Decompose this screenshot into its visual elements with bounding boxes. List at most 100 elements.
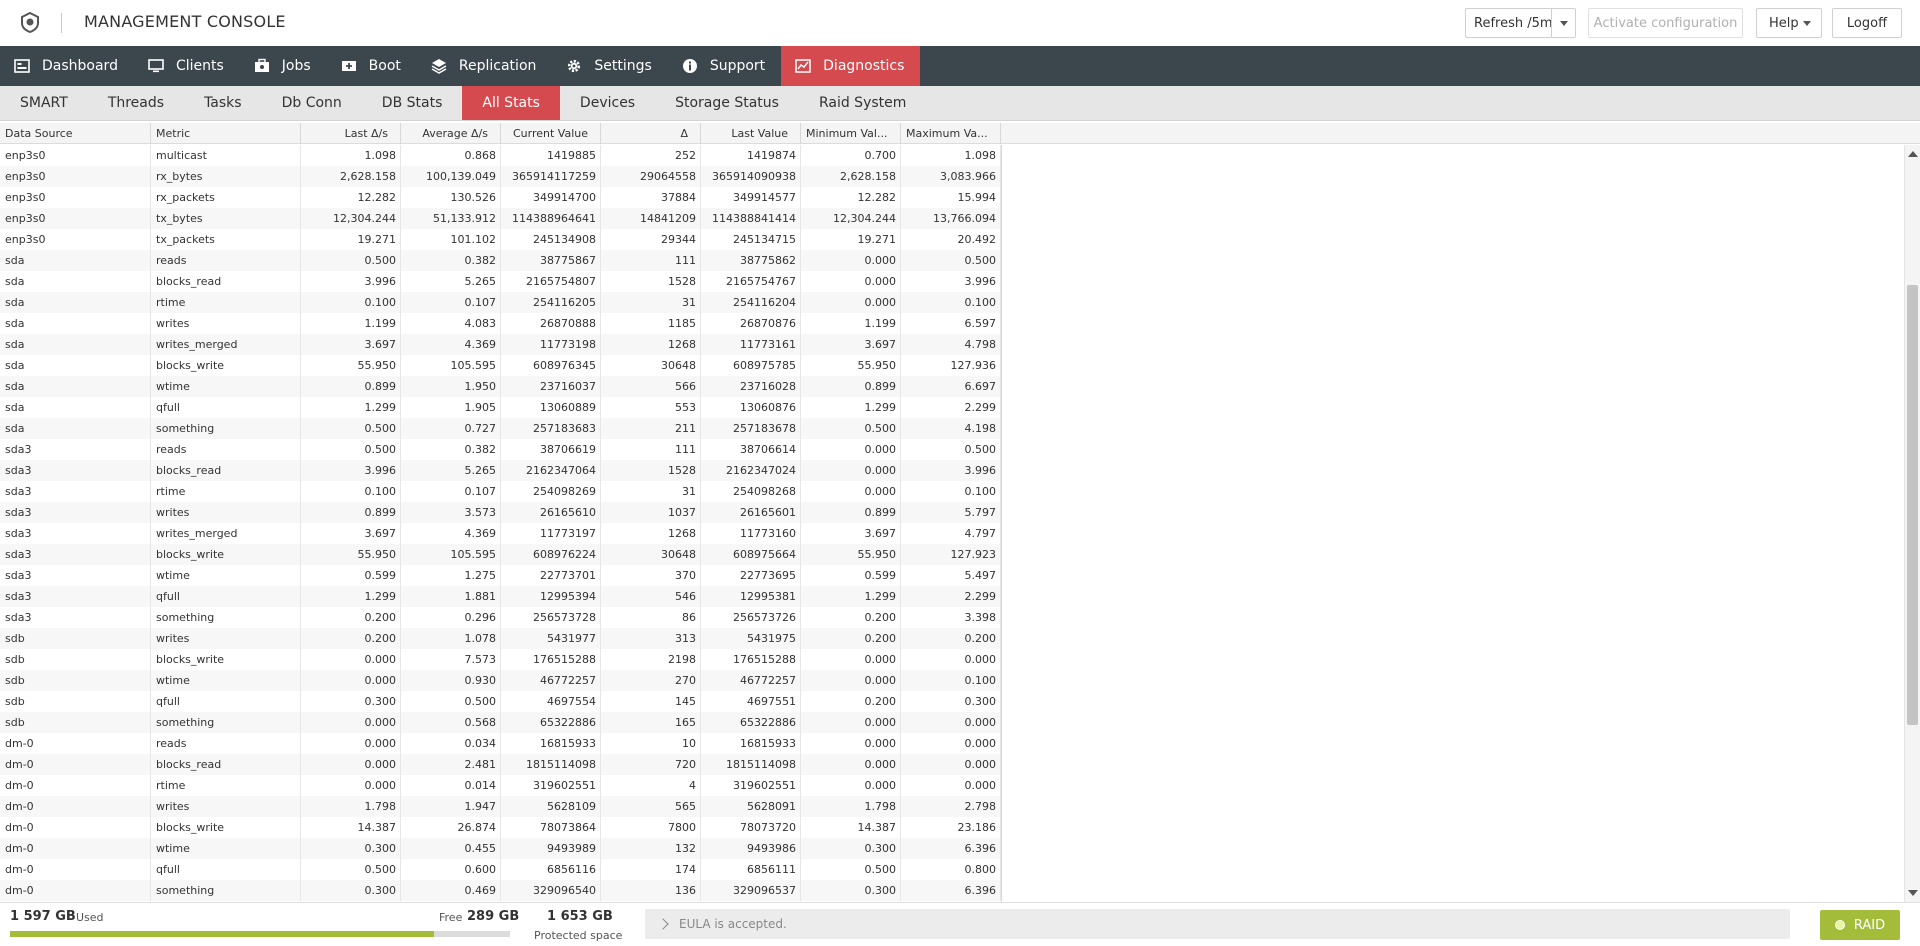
- table-row[interactable]: sda3 wtime 0.599 1.275 22773701 370 22773695 0.…: [0, 565, 1001, 586]
- table-cell: wtime: [151, 376, 301, 397]
- table-row[interactable]: sda reads 0.500 0.382 38775867 111 38775862 0.0…: [0, 250, 1001, 271]
- table-cell: 55.950: [801, 355, 901, 376]
- table-row[interactable]: sda3 reads 0.500 0.382 38706619 111 38706614 0.…: [0, 439, 1001, 460]
- tab-all-stats[interactable]: All Stats: [462, 86, 560, 120]
- nav-diagnostics[interactable]: Diagnostics: [781, 46, 921, 86]
- column-header[interactable]: Metric: [151, 123, 301, 144]
- scrollbar-thumb[interactable]: [1907, 285, 1918, 725]
- column-header[interactable]: Last Δ/s: [301, 123, 401, 144]
- tab-threads[interactable]: Threads: [88, 86, 184, 120]
- table-row[interactable]: sdb blocks_write 0.000 7.573 176515288 2198 17…: [0, 649, 1001, 670]
- table-cell: rx_bytes: [151, 166, 301, 187]
- nav-jobs[interactable]: Jobs: [240, 46, 327, 86]
- table-cell: 3.697: [801, 523, 901, 544]
- table-row[interactable]: dm-0 blocks_read 0.000 2.481 1815114098 720 18…: [0, 754, 1001, 775]
- table-row[interactable]: sda3 qfull 1.299 1.881 12995394 546 12995381 1.…: [0, 586, 1001, 607]
- table-row[interactable]: sda blocks_write 55.950 105.595 608976345 306…: [0, 355, 1001, 376]
- vertical-scrollbar[interactable]: [1904, 145, 1920, 902]
- table-cell: 0.300: [301, 838, 401, 859]
- nav-clients[interactable]: Clients: [134, 46, 240, 86]
- table-row[interactable]: sda writes_merged 3.697 4.369 11773198 1268 11…: [0, 334, 1001, 355]
- table-row[interactable]: enp3s0 multicast 1.098 0.868 1419885 252 14198…: [0, 145, 1001, 166]
- table-row[interactable]: dm-0 something 0.300 0.469 329096540 136 32909…: [0, 880, 1001, 901]
- table-row[interactable]: sda3 blocks_write 55.950 105.595 608976224 30…: [0, 544, 1001, 565]
- status-message-bar[interactable]: EULA is accepted.: [645, 909, 1790, 939]
- table-row[interactable]: enp3s0 rx_packets 12.282 130.526 349914700 37…: [0, 187, 1001, 208]
- table-cell: dm-0: [0, 859, 151, 880]
- table-row[interactable]: dm-0 reads 0.000 0.034 16815933 10 16815933 0.0…: [0, 733, 1001, 754]
- nav-boot[interactable]: Boot: [327, 46, 417, 86]
- table-row[interactable]: sda writes 1.199 4.083 26870888 1185 26870876 1…: [0, 313, 1001, 334]
- table-row[interactable]: dm-0 wtime 0.300 0.455 9493989 132 9493986 0.30…: [0, 838, 1001, 859]
- table-cell: 11773161: [701, 334, 801, 355]
- grid-divider: [1001, 145, 1002, 902]
- table-row[interactable]: sdb wtime 0.000 0.930 46772257 270 46772257 0.0…: [0, 670, 1001, 691]
- raid-status-button[interactable]: RAID: [1820, 910, 1900, 940]
- table-row[interactable]: dm-0 rtime 0.000 0.014 319602551 4 319602551 0.…: [0, 775, 1001, 796]
- nav-jobs-label: Jobs: [281, 58, 311, 74]
- column-header[interactable]: Maximum Va...: [901, 123, 1001, 144]
- nav-replication[interactable]: Replication: [417, 46, 552, 86]
- tab-db-stats[interactable]: DB Stats: [362, 86, 463, 120]
- table-cell: reads: [151, 733, 301, 754]
- table-cell: sda: [0, 313, 151, 334]
- table-row[interactable]: sdb writes 0.200 1.078 5431977 313 5431975 0.20…: [0, 628, 1001, 649]
- nav-dashboard[interactable]: Dashboard: [0, 46, 134, 86]
- tab-devices[interactable]: Devices: [560, 86, 655, 120]
- table-cell: 365914117259: [501, 166, 601, 187]
- table-cell: 10: [601, 733, 701, 754]
- column-header[interactable]: Average Δ/s: [401, 123, 501, 144]
- table-cell: writes: [151, 628, 301, 649]
- scroll-up-icon[interactable]: [1908, 151, 1918, 157]
- tab-raid-system[interactable]: Raid System: [799, 86, 926, 120]
- table-row[interactable]: dm-0 qfull 0.500 0.600 6856116 174 6856111 0.50…: [0, 859, 1001, 880]
- table-cell: 3.996: [301, 271, 401, 292]
- nav-replication-label: Replication: [458, 58, 537, 74]
- table-row[interactable]: sda rtime 0.100 0.107 254116205 31 254116204 0.…: [0, 292, 1001, 313]
- table-row[interactable]: dm-0 blocks_write 14.387 26.874 78073864 7800…: [0, 817, 1001, 838]
- used-space-label: Used: [76, 911, 104, 924]
- table-row[interactable]: sda3 writes_merged 3.697 4.369 11773197 1268 1…: [0, 523, 1001, 544]
- tab-db-conn[interactable]: Db Conn: [262, 86, 362, 120]
- table-cell: 31: [601, 292, 701, 313]
- refresh-dropdown-toggle[interactable]: [1551, 8, 1575, 38]
- column-header[interactable]: Δ: [601, 123, 701, 144]
- free-space-label: Free: [439, 911, 463, 924]
- tab-storage-status[interactable]: Storage Status: [655, 86, 799, 120]
- table-cell: 1.199: [801, 313, 901, 334]
- table-cell: blocks_read: [151, 271, 301, 292]
- tab-smart[interactable]: SMART: [0, 86, 88, 120]
- table-row[interactable]: sda qfull 1.299 1.905 13060889 553 13060876 1.2…: [0, 397, 1001, 418]
- nav-clients-label: Clients: [175, 58, 224, 74]
- table-row[interactable]: sda3 blocks_read 3.996 5.265 2162347064 1528 2…: [0, 460, 1001, 481]
- table-row[interactable]: sda3 rtime 0.100 0.107 254098269 31 254098268 0…: [0, 481, 1001, 502]
- table-row[interactable]: sda3 writes 0.899 3.573 26165610 1037 26165601…: [0, 502, 1001, 523]
- nav-settings[interactable]: Settings: [552, 46, 667, 86]
- table-row[interactable]: dm-0 writes 1.798 1.947 5628109 565 5628091 1.7…: [0, 796, 1001, 817]
- logoff-button[interactable]: Logoff: [1832, 8, 1902, 38]
- table-row[interactable]: sda blocks_read 3.996 5.265 2165754807 1528 21…: [0, 271, 1001, 292]
- table-row[interactable]: sda something 0.500 0.727 257183683 211 257183…: [0, 418, 1001, 439]
- table-row[interactable]: sda3 something 0.200 0.296 256573728 86 256573…: [0, 607, 1001, 628]
- help-button[interactable]: Help: [1756, 8, 1822, 38]
- table-cell: 1.798: [801, 796, 901, 817]
- table-cell: 0.300: [901, 691, 1001, 712]
- table-cell: tx_bytes: [151, 208, 301, 229]
- column-header[interactable]: Last Value: [701, 123, 801, 144]
- activate-configuration-button[interactable]: Activate configuration: [1588, 8, 1743, 38]
- table-row[interactable]: sdb something 0.000 0.568 65322886 165 6532288…: [0, 712, 1001, 733]
- column-header[interactable]: Data Source: [0, 123, 151, 144]
- table-row[interactable]: sda wtime 0.899 1.950 23716037 566 23716028 0.8…: [0, 376, 1001, 397]
- table-row[interactable]: enp3s0 rx_bytes 2,628.158 100,139.049 365914…: [0, 166, 1001, 187]
- column-header[interactable]: Current Value: [501, 123, 601, 144]
- table-cell: 5431975: [701, 628, 801, 649]
- nav-support[interactable]: Support: [668, 46, 781, 86]
- table-cell: 38706614: [701, 439, 801, 460]
- tab-tasks[interactable]: Tasks: [184, 86, 262, 120]
- table-row[interactable]: enp3s0 tx_bytes 12,304.244 51,133.912 114388…: [0, 208, 1001, 229]
- refresh-button[interactable]: Refresh /5m: [1465, 8, 1576, 38]
- table-row[interactable]: sdb qfull 0.300 0.500 4697554 145 4697551 0.200…: [0, 691, 1001, 712]
- column-header[interactable]: Minimum Val...: [801, 123, 901, 144]
- table-row[interactable]: enp3s0 tx_packets 19.271 101.102 245134908 29…: [0, 229, 1001, 250]
- scroll-down-icon[interactable]: [1908, 890, 1918, 896]
